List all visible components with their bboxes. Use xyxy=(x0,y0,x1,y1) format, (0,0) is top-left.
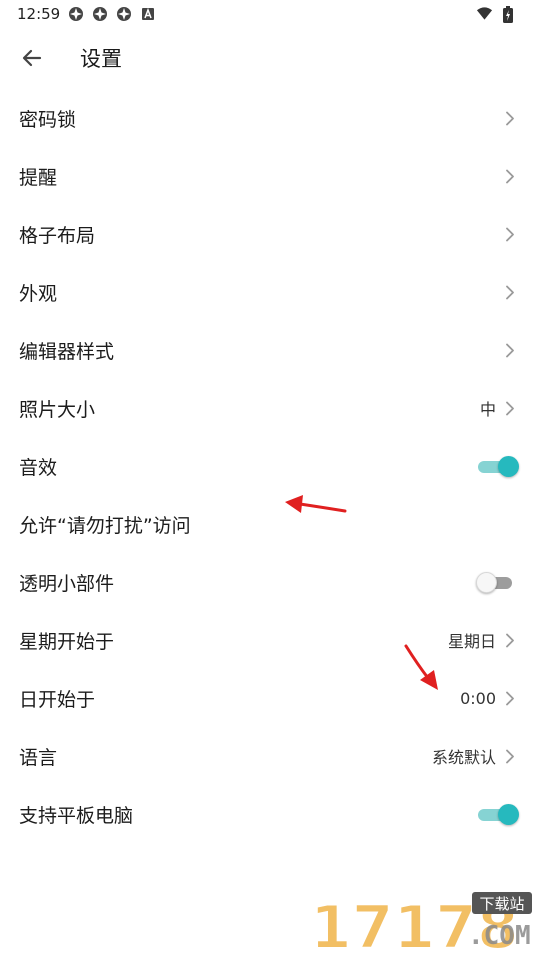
settings-row-control xyxy=(504,284,516,300)
toggle-switch[interactable] xyxy=(476,804,519,825)
settings-row[interactable]: 允许“请勿打扰”访问 xyxy=(0,495,534,553)
settings-row-label: 编辑器样式 xyxy=(19,340,115,363)
settings-row[interactable]: 透明小部件 xyxy=(0,553,534,611)
settings-row-label: 外观 xyxy=(19,282,58,305)
status-left: 12:59 xyxy=(17,5,156,23)
toggle-switch[interactable] xyxy=(476,572,516,593)
settings-row-control xyxy=(504,168,516,184)
settings-row-label: 日开始于 xyxy=(19,688,96,711)
settings-row-label: 音效 xyxy=(19,456,58,479)
settings-row[interactable]: 语言 系统默认 xyxy=(0,727,534,785)
chevron-right-icon xyxy=(504,632,516,648)
settings-row-label: 星期开始于 xyxy=(19,630,115,653)
status-time: 12:59 xyxy=(17,5,61,23)
toggle-thumb xyxy=(498,456,519,477)
settings-row[interactable]: 编辑器样式 xyxy=(0,321,534,379)
toggle-thumb xyxy=(498,804,519,825)
settings-row-control xyxy=(504,226,516,242)
settings-row-label: 密码锁 xyxy=(19,108,77,131)
settings-row-label: 支持平板电脑 xyxy=(19,804,134,827)
chevron-right-icon xyxy=(504,748,516,764)
chevron-right-icon xyxy=(504,168,516,184)
chevron-right-icon xyxy=(504,400,516,416)
settings-row-label: 提醒 xyxy=(19,166,58,189)
settings-row-control: 中 xyxy=(480,396,516,420)
app-bar: 设置 xyxy=(0,28,534,88)
settings-row[interactable]: 日开始于 0:00 xyxy=(0,669,534,727)
watermark-logo: 17178 下载站 .COM xyxy=(309,888,534,954)
settings-row-value: 星期日 xyxy=(447,632,496,651)
back-arrow-icon[interactable] xyxy=(10,36,54,80)
settings-row-control: 系统默认 xyxy=(432,744,516,768)
battery-charging-icon xyxy=(499,5,516,23)
settings-row[interactable]: 星期开始于 星期日 xyxy=(0,611,534,669)
chevron-right-icon xyxy=(504,226,516,242)
chevron-right-icon xyxy=(504,110,516,126)
settings-row-control: 0:00 xyxy=(460,689,516,708)
chevron-right-icon xyxy=(504,690,516,706)
settings-row-label: 透明小部件 xyxy=(19,572,115,595)
settings-row-value: 系统默认 xyxy=(431,748,496,767)
settings-row[interactable]: 音效 xyxy=(0,437,534,495)
sync-icon xyxy=(91,6,108,23)
settings-row-label: 照片大小 xyxy=(19,398,96,421)
wifi-icon xyxy=(476,6,493,23)
settings-row-value: 0:00 xyxy=(460,688,496,708)
settings-row-control xyxy=(504,110,516,126)
settings-row-control: 星期日 xyxy=(448,628,516,652)
settings-row[interactable]: 提醒 xyxy=(0,147,534,205)
toggle-thumb xyxy=(476,572,497,593)
status-bar: 12:59 xyxy=(0,0,534,28)
settings-row-control xyxy=(476,804,519,825)
settings-row[interactable]: 外观 xyxy=(0,263,534,321)
svg-text:.COM: .COM xyxy=(468,921,531,950)
settings-row[interactable]: 照片大小 中 xyxy=(0,379,534,437)
settings-row[interactable]: 密码锁 xyxy=(0,89,534,147)
settings-row-control xyxy=(504,342,516,358)
sync-icon xyxy=(115,6,132,23)
page-title: 设置 xyxy=(80,47,122,71)
sync-icon xyxy=(67,6,84,23)
settings-row-label: 允许“请勿打扰”访问 xyxy=(19,514,191,537)
chevron-right-icon xyxy=(504,284,516,300)
keyboard-a-icon xyxy=(139,6,156,23)
settings-row-label: 语言 xyxy=(19,746,58,769)
settings-row-control xyxy=(476,572,516,593)
settings-row[interactable]: 支持平板电脑 xyxy=(0,785,534,843)
chevron-right-icon xyxy=(504,342,516,358)
settings-list: 密码锁提醒格子布局外观编辑器样式照片大小 中音效允许“请勿打扰”访问 透明小部件星期… xyxy=(0,89,534,843)
svg-text:下载站: 下载站 xyxy=(479,895,524,913)
toggle-switch[interactable] xyxy=(476,456,519,477)
settings-row-label: 格子布局 xyxy=(19,224,96,247)
settings-row[interactable]: 格子布局 xyxy=(0,205,534,263)
status-right xyxy=(476,5,516,23)
settings-row-value: 中 xyxy=(479,400,496,419)
settings-row-control xyxy=(476,456,519,477)
